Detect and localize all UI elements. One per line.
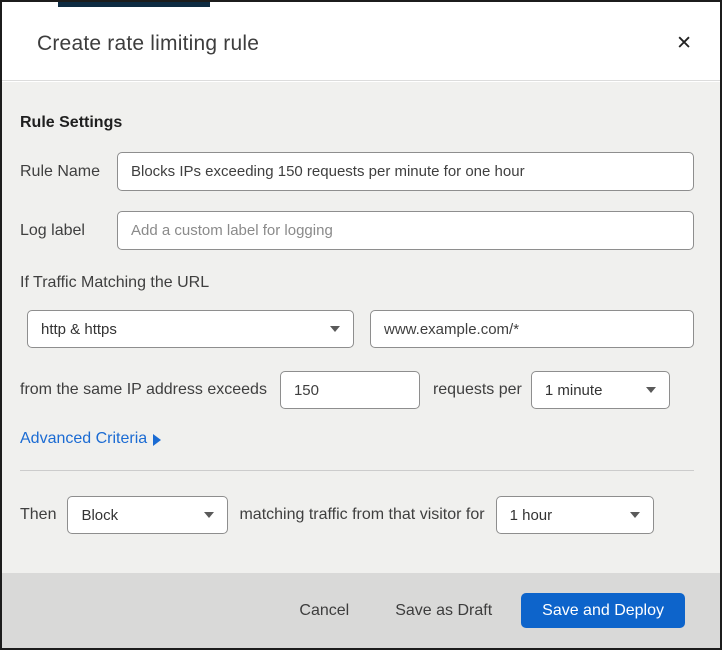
chevron-down-icon — [330, 326, 340, 332]
url-pattern-input[interactable] — [370, 310, 694, 348]
duration-select[interactable]: 1 hour — [495, 496, 654, 534]
modal-body: Rule Settings Rule Name Log label If Tra… — [2, 82, 720, 573]
modal-title: Create rate limiting rule — [37, 31, 260, 55]
period-select-value: 1 minute — [544, 381, 603, 399]
rule-settings-heading: Rule Settings — [20, 114, 123, 131]
save-as-draft-button[interactable]: Save as Draft — [395, 602, 492, 620]
threshold-middle-text: requests per — [432, 381, 522, 398]
expand-right-icon — [153, 433, 162, 446]
chevron-down-icon — [629, 512, 640, 518]
dialog-frame: Create rate limiting rule ✕ Rule Setting… — [0, 0, 722, 650]
threshold-prefix-text: from the same IP address exceeds — [20, 381, 267, 398]
advanced-criteria-label: Advanced Criteria — [20, 430, 148, 447]
rule-name-row: Rule Name — [20, 152, 694, 191]
modal-header: Create rate limiting rule ✕ — [2, 7, 720, 81]
action-row: Then Block matching traffic from that vi… — [20, 496, 694, 534]
scheme-select[interactable]: http & https — [27, 310, 354, 348]
section-divider — [20, 470, 694, 471]
chevron-down-icon — [204, 512, 215, 518]
save-and-deploy-button[interactable]: Save and Deploy — [521, 593, 685, 628]
modal-footer: Cancel Save as Draft Save and Deploy — [2, 573, 720, 648]
duration-select-value: 1 hour — [509, 506, 553, 524]
traffic-match-heading: If Traffic Matching the URL — [20, 274, 210, 291]
log-label-input[interactable] — [117, 211, 694, 250]
log-label-row: Log label — [20, 211, 694, 250]
action-select[interactable]: Block — [67, 496, 229, 534]
cancel-button[interactable]: Cancel — [299, 602, 349, 620]
chevron-down-icon — [645, 387, 656, 393]
traffic-match-row: http & https — [27, 310, 694, 348]
log-label-label: Log label — [20, 221, 85, 239]
rule-name-input[interactable] — [117, 152, 694, 191]
action-prefix-text: Then — [20, 506, 57, 523]
close-icon[interactable]: ✕ — [674, 32, 694, 55]
rule-name-label: Rule Name — [20, 162, 101, 180]
period-select[interactable]: 1 minute — [530, 371, 670, 409]
action-select-value: Block — [81, 506, 119, 524]
action-middle-text: matching traffic from that visitor for — [239, 506, 485, 523]
scheme-select-value: http & https — [41, 320, 117, 338]
threshold-row: from the same IP address exceeds request… — [20, 371, 694, 409]
advanced-criteria-link[interactable]: Advanced Criteria — [20, 430, 162, 448]
request-count-input[interactable] — [279, 371, 420, 409]
